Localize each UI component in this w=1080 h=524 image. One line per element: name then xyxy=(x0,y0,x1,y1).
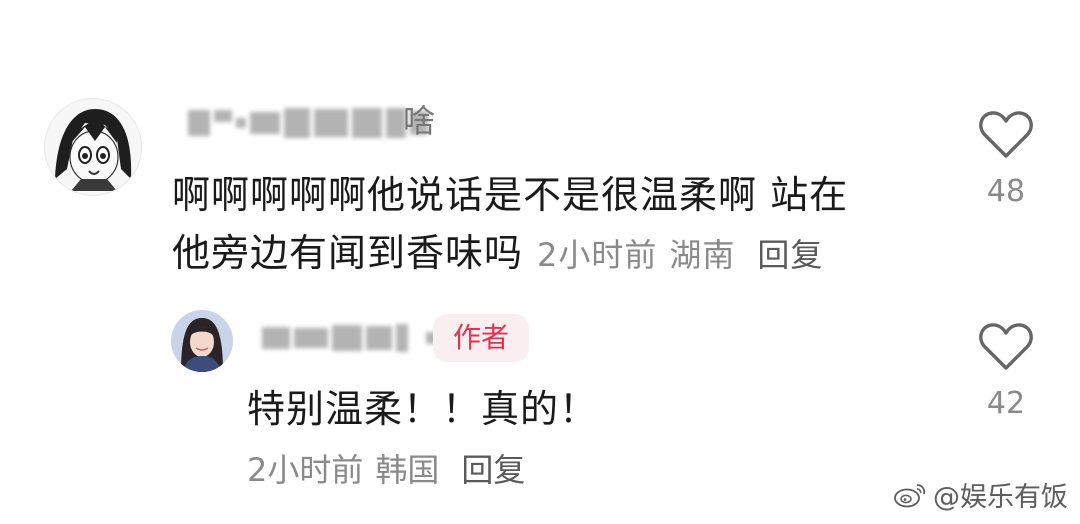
avatar[interactable] xyxy=(44,98,142,196)
comment-line-2: 他旁边有闻到香味吗 2小时前 湖南 回复 xyxy=(172,224,932,284)
heart-icon xyxy=(979,323,1033,370)
username-tail[interactable]: 啥 xyxy=(403,96,435,142)
like-button[interactable]: 42 xyxy=(976,322,1036,421)
comment-location: 韩国 xyxy=(375,451,440,489)
comment-line-2-text: 他旁边有闻到香味吗 xyxy=(172,231,524,275)
watermark: @娱乐有饭 xyxy=(893,475,1068,514)
author-badge: 作者 xyxy=(433,314,530,362)
comment-time: 2小时前 xyxy=(247,451,364,489)
heart-icon xyxy=(979,111,1033,158)
reply-button[interactable]: 回复 xyxy=(757,236,823,274)
author-avatar-image xyxy=(171,310,233,372)
comment-time: 2小时前 xyxy=(537,236,658,274)
comment-text: 啊啊啊啊啊他说话是不是很温柔啊 站在 他旁边有闻到香味吗 2小时前 湖南 回复 xyxy=(172,166,932,284)
username-blurred[interactable] xyxy=(188,103,428,143)
anime-avatar-image xyxy=(45,99,141,195)
comment-meta: 2小时前 韩国 回复 xyxy=(247,446,525,494)
like-count: 48 xyxy=(986,174,1026,209)
weibo-icon xyxy=(894,483,926,507)
like-button[interactable]: 48 xyxy=(976,110,1036,209)
username-blurred[interactable] xyxy=(262,318,456,358)
comment-meta: 2小时前 湖南 回复 xyxy=(537,236,823,274)
comment-line-1: 啊啊啊啊啊他说话是不是很温柔啊 站在 xyxy=(172,173,849,217)
like-count: 42 xyxy=(986,386,1026,421)
watermark-text: @娱乐有饭 xyxy=(933,482,1068,513)
reply-text: 特别温柔！！真的！ xyxy=(247,387,599,431)
reply-button[interactable]: 回复 xyxy=(461,451,525,489)
comment-location: 湖南 xyxy=(669,236,736,274)
avatar[interactable] xyxy=(171,310,233,372)
